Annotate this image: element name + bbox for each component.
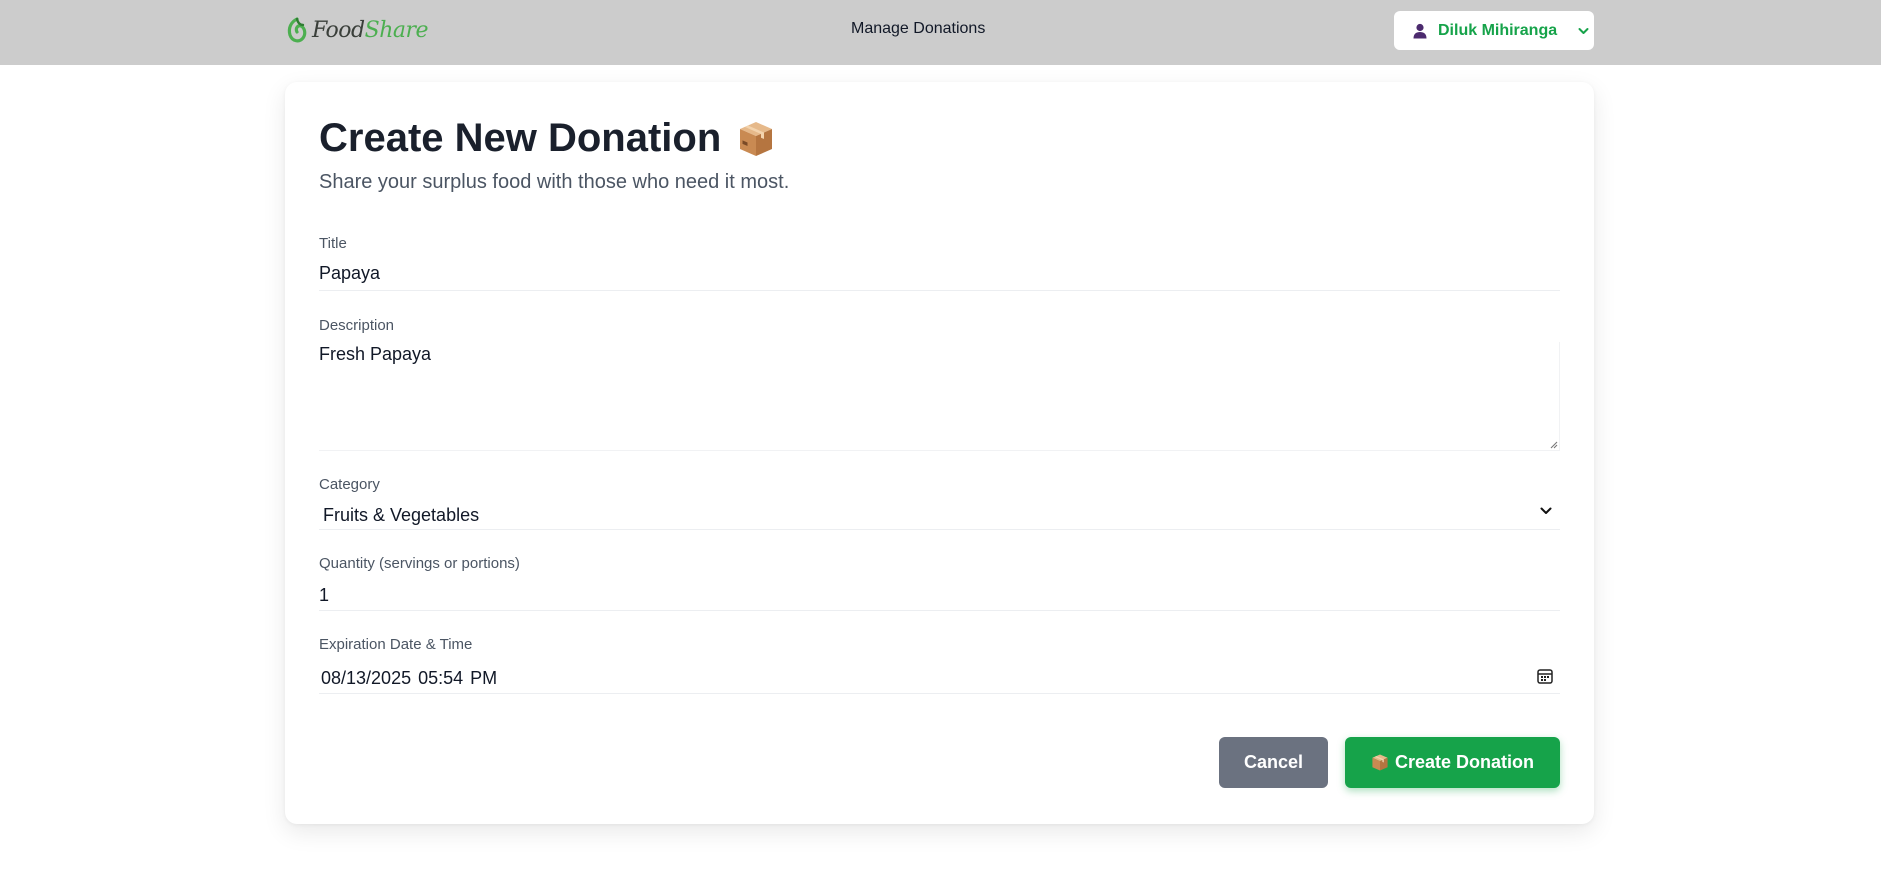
package-icon <box>1372 754 1388 771</box>
create-donation-card: Create New Donation Share your surplus f… <box>285 82 1594 824</box>
title-label: Title <box>319 235 347 252</box>
top-navigation-bar: FoodShare Manage Donations Diluk Mihiran… <box>0 0 1881 65</box>
logo-text-share: Share <box>364 17 429 43</box>
foodshare-logo[interactable]: FoodShare <box>285 14 429 46</box>
manage-donations-link[interactable]: Manage Donations <box>851 20 985 38</box>
page-title: Create New Donation <box>319 116 775 161</box>
logo-text-food: Food <box>312 17 365 43</box>
package-icon <box>740 121 773 156</box>
quantity-input-value: 1 <box>319 585 330 605</box>
category-select-value: Fruits & Vegetables <box>323 505 480 525</box>
page-subtitle: Share your surplus food with those who n… <box>319 171 790 193</box>
description-textarea[interactable]: Fresh Papaya <box>319 342 1560 451</box>
calendar-icon[interactable] <box>1537 668 1553 684</box>
expiration-datetime-input[interactable]: 08/13/2025 05:54 PM <box>319 662 1560 694</box>
leaf-logo-icon <box>287 17 307 43</box>
category-select[interactable]: Fruits & Vegetables <box>319 501 1560 530</box>
create-donation-button[interactable]: Create Donation <box>1345 737 1560 788</box>
user-name: Diluk Mihiranga <box>1438 21 1558 39</box>
expiration-label: Expiration Date & Time <box>319 636 473 653</box>
cancel-button-label: Cancel <box>1243 752 1304 772</box>
chevron-down-icon <box>1540 507 1552 514</box>
quantity-label: Quantity (servings or portions) <box>319 555 520 572</box>
title-input-value: Papaya <box>319 263 381 283</box>
expiration-datetime-value: 08/13/2025 05:54 PM <box>321 668 498 688</box>
description-textarea-value: Fresh Papaya <box>319 344 432 364</box>
user-icon <box>1413 23 1427 38</box>
page-title-text: Create New Donation <box>319 116 722 160</box>
category-label: Category <box>319 476 380 493</box>
quantity-input[interactable]: 1 <box>319 581 1560 611</box>
title-input[interactable]: Papaya <box>319 261 1560 291</box>
resize-handle-icon[interactable] <box>1549 440 1558 449</box>
cancel-button[interactable]: Cancel <box>1219 737 1328 788</box>
create-donation-button-label: Create Donation <box>1394 752 1535 772</box>
description-label: Description <box>319 317 395 334</box>
user-menu-button[interactable]: Diluk Mihiranga <box>1394 11 1594 50</box>
chevron-down-icon <box>1578 27 1589 34</box>
